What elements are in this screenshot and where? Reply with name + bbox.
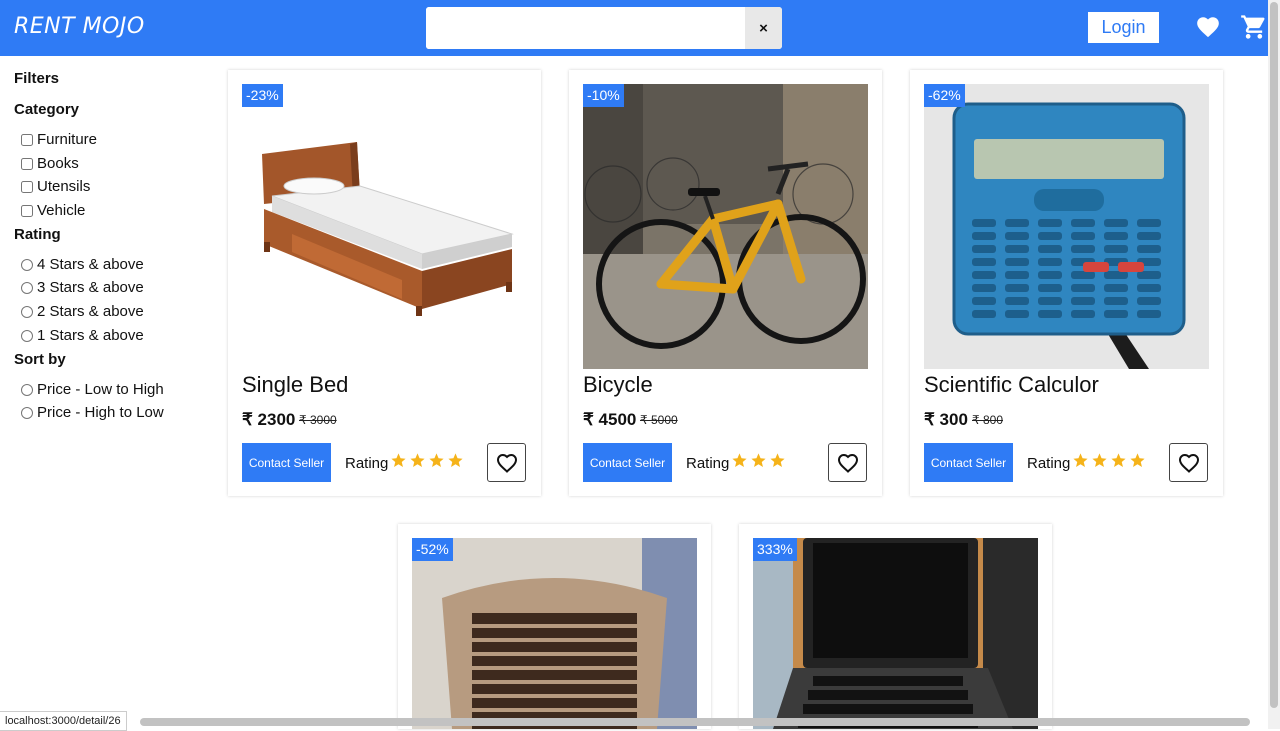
top-navbar: RENT MOJO × Login — [0, 0, 1268, 56]
cart-icon[interactable] — [1239, 13, 1269, 41]
contact-seller-button[interactable]: Contact Seller — [924, 443, 1013, 482]
wishlist-button[interactable] — [828, 443, 867, 482]
star-rating — [390, 452, 464, 469]
product-image[interactable] — [412, 538, 697, 729]
star-icon — [410, 453, 425, 468]
vertical-scroll-thumb[interactable] — [1270, 2, 1278, 708]
product-image[interactable] — [583, 84, 868, 369]
radio[interactable] — [21, 406, 33, 419]
original-price: ₹ 3000 — [299, 413, 337, 427]
wishlist-button[interactable] — [487, 443, 526, 482]
star-icon — [732, 453, 747, 468]
product-card[interactable]: -52% — [398, 524, 711, 729]
login-button[interactable]: Login — [1088, 12, 1159, 43]
rating-2-above[interactable]: 2 Stars & above — [20, 303, 144, 320]
product-image[interactable] — [242, 84, 527, 369]
rating-4-above[interactable]: 4 Stars & above — [20, 256, 144, 273]
product-card[interactable]: -62% Scientific Calculor ₹ 300 ₹ 800 Con… — [910, 70, 1223, 496]
rating-label: Rating — [686, 455, 730, 472]
radio[interactable] — [21, 258, 33, 271]
star-rating — [1072, 452, 1146, 469]
heart-icon[interactable] — [1195, 14, 1221, 40]
radio[interactable] — [21, 329, 33, 342]
star-icon — [1130, 453, 1145, 468]
discount-badge: 333% — [753, 538, 797, 561]
product-price: ₹ 2300 — [242, 410, 296, 429]
sort-high-low[interactable]: Price - High to Low — [20, 404, 164, 421]
star-icon — [448, 453, 463, 468]
star-icon — [1111, 453, 1126, 468]
product-card[interactable]: -23% Single Bed ₹ 2300 ₹ 3000 Contact Se… — [228, 70, 541, 496]
star-icon — [770, 453, 785, 468]
heart-outline-icon — [837, 453, 858, 473]
star-rating — [731, 452, 786, 469]
rating-3-above[interactable]: 3 Stars & above — [20, 279, 144, 296]
horizontal-scroll-thumb[interactable] — [140, 718, 1250, 726]
rating-label: Rating — [345, 455, 389, 472]
checkbox[interactable] — [21, 157, 33, 170]
sort-heading: Sort by — [14, 351, 66, 368]
product-title[interactable]: Single Bed — [242, 372, 348, 398]
star-icon — [751, 453, 766, 468]
discount-badge: -62% — [924, 84, 965, 107]
rating-heading: Rating — [14, 226, 61, 243]
star-icon — [391, 453, 406, 468]
sort-low-high[interactable]: Price - Low to High — [20, 381, 164, 398]
search-input[interactable] — [426, 7, 745, 49]
product-price: ₹ 300 — [924, 410, 968, 429]
product-title[interactable]: Bicycle — [583, 372, 653, 398]
link-status-bar: localhost:3000/detail/26 — [0, 711, 127, 731]
rating-label: Rating — [1027, 455, 1071, 472]
product-price: ₹ 4500 — [583, 410, 637, 429]
checkbox[interactable] — [21, 180, 33, 193]
brand-logo[interactable]: RENT MOJO — [14, 14, 145, 39]
filters-title: Filters — [14, 70, 60, 87]
contact-seller-button[interactable]: Contact Seller — [583, 443, 672, 482]
category-books[interactable]: Books — [20, 155, 79, 172]
clear-search-button[interactable]: × — [745, 7, 782, 49]
rating-1-above[interactable]: 1 Stars & above — [20, 327, 144, 344]
category-vehicle[interactable]: Vehicle — [20, 202, 85, 219]
discount-badge: -52% — [412, 538, 453, 561]
radio[interactable] — [21, 383, 33, 396]
search-box: × — [426, 7, 782, 49]
radio[interactable] — [21, 281, 33, 294]
product-image[interactable] — [924, 84, 1209, 369]
heart-outline-icon — [496, 453, 517, 473]
category-furniture[interactable]: Furniture — [20, 131, 97, 148]
product-image[interactable] — [753, 538, 1038, 729]
product-title[interactable]: Scientific Calculor — [924, 372, 1099, 398]
checkbox[interactable] — [21, 133, 33, 146]
discount-badge: -23% — [242, 84, 283, 107]
original-price: ₹ 5000 — [640, 413, 678, 427]
original-price: ₹ 800 — [972, 413, 1003, 427]
discount-badge: -10% — [583, 84, 624, 107]
checkbox[interactable] — [21, 204, 33, 217]
star-icon — [429, 453, 444, 468]
star-icon — [1092, 453, 1107, 468]
radio[interactable] — [21, 305, 33, 318]
contact-seller-button[interactable]: Contact Seller — [242, 443, 331, 482]
wishlist-button[interactable] — [1169, 443, 1208, 482]
product-card[interactable]: -10% Bicycle ₹ 4500 ₹ 5000 Contact Selle… — [569, 70, 882, 496]
product-card[interactable]: 333% — [739, 524, 1052, 729]
category-heading: Category — [14, 101, 80, 118]
star-icon — [1073, 453, 1088, 468]
category-utensils[interactable]: Utensils — [20, 178, 90, 195]
heart-outline-icon — [1178, 453, 1199, 473]
